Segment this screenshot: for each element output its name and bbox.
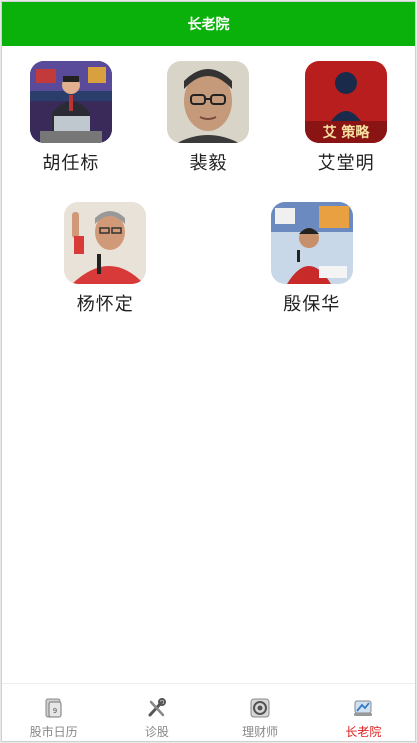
person-name: 殷保华 xyxy=(283,294,341,315)
avatar[interactable]: 艾 策略 xyxy=(305,61,388,143)
avatar[interactable] xyxy=(64,202,147,284)
tab-label: 长老院 xyxy=(345,725,382,739)
poster-text: 艾 策略 xyxy=(323,124,371,141)
person-card[interactable]: 殷保华 xyxy=(209,202,416,316)
person-name: 裴毅 xyxy=(189,153,228,174)
elders-icon xyxy=(351,696,375,720)
tab-label: 股市日历 xyxy=(29,725,78,739)
man-pointing-finger-photo xyxy=(64,202,147,284)
person-name: 胡任标 xyxy=(42,153,100,174)
avatar[interactable] xyxy=(29,61,112,143)
page-title: 长老院 xyxy=(187,17,230,33)
red-strategy-poster-photo: 艾 策略 xyxy=(305,61,388,143)
header-bar: 长老院 xyxy=(2,2,415,46)
bottom-tab-bar: 9 股市日历 诊股 理财师 长老院 xyxy=(2,683,415,741)
person-card[interactable]: 裴毅 xyxy=(140,61,278,175)
tools-icon xyxy=(145,696,169,720)
tab-label: 诊股 xyxy=(144,725,169,739)
tab-diagnose[interactable]: 诊股 xyxy=(105,684,208,741)
person-card[interactable]: 杨怀定 xyxy=(2,202,209,316)
person-card[interactable]: 艾 策略 艾堂明 xyxy=(277,61,415,175)
avatar[interactable] xyxy=(270,202,353,284)
advisor-icon xyxy=(248,696,272,720)
calendar-icon: 9 xyxy=(42,696,66,720)
anchor-at-desk-photo xyxy=(29,61,112,143)
tab-advisor[interactable]: 理财师 xyxy=(209,684,312,741)
people-row-1: 胡任标 裴毅 艾 策略 艾堂明 xyxy=(2,61,415,175)
app-frame: 长老院 胡任标 裴毅 艾 策略 艾堂明 杨怀定 殷保华 9 股市日历 诊股 理财… xyxy=(1,1,416,742)
tab-elders[interactable]: 长老院 xyxy=(312,684,415,741)
people-row-2: 杨怀定 殷保华 xyxy=(2,202,415,316)
person-name: 杨怀定 xyxy=(76,294,134,315)
tab-calendar[interactable]: 9 股市日历 xyxy=(2,684,105,741)
man-at-booth-photo xyxy=(270,202,353,284)
svg-text:9: 9 xyxy=(52,707,56,715)
avatar[interactable] xyxy=(167,61,250,143)
person-name: 艾堂明 xyxy=(317,153,375,174)
man-with-glasses-photo xyxy=(167,61,250,143)
person-card[interactable]: 胡任标 xyxy=(2,61,140,175)
tab-label: 理财师 xyxy=(242,725,279,739)
